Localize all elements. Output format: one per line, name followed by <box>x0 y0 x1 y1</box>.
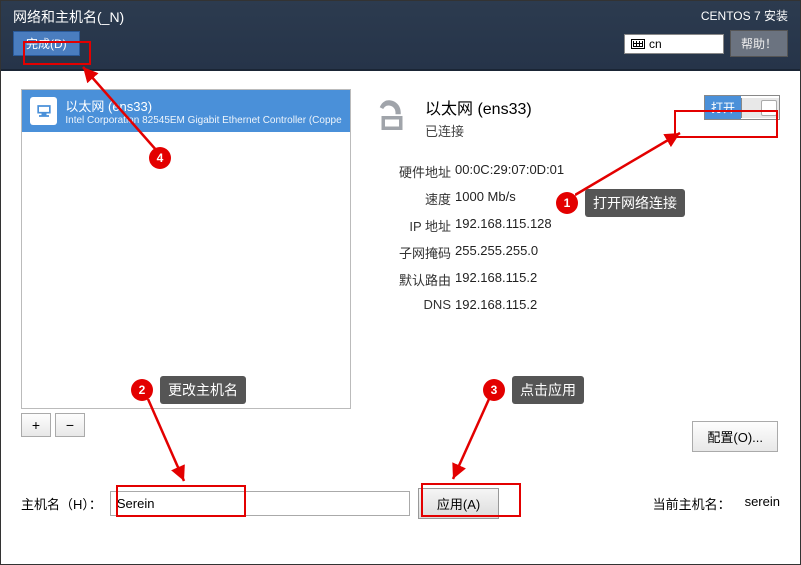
annotation-badge: 3 <box>483 379 505 401</box>
prop-value-dns: 192.168.115.2 <box>455 297 780 312</box>
interface-list[interactable]: 以太网 (ens33) Intel Corporation 82545EM Gi… <box>21 89 351 409</box>
current-hostname-label: 当前主机名： <box>653 494 731 513</box>
configure-button[interactable]: 配置(O)... <box>692 421 778 452</box>
annotation-arrow <box>77 61 167 157</box>
remove-interface-button[interactable]: − <box>55 413 85 437</box>
keyboard-layout-label: cn <box>649 37 662 51</box>
prop-value-mask: 255.255.255.0 <box>455 243 780 262</box>
add-interface-button[interactable]: + <box>21 413 51 437</box>
annotation-arrow <box>144 399 194 489</box>
keyboard-layout-indicator[interactable]: cn <box>624 34 724 54</box>
page-title: 网络和主机名(_N) <box>13 7 124 27</box>
help-button[interactable]: 帮助！ <box>730 30 788 57</box>
prop-label-dns: DNS <box>371 297 451 312</box>
prop-label-mask: 子网掩码 <box>371 243 451 262</box>
prop-value-ip: 192.168.115.128 <box>455 216 780 235</box>
annotation-tip: 点击应用 <box>512 376 584 404</box>
installer-brand: CENTOS 7 安装 <box>701 7 788 24</box>
current-hostname-value: serein <box>745 494 780 513</box>
keyboard-icon <box>631 39 645 49</box>
annotation-box <box>421 483 521 517</box>
prop-label-gw: 默认路由 <box>371 270 451 289</box>
prop-value-gw: 192.168.115.2 <box>455 270 780 289</box>
ethernet-icon <box>30 97 57 125</box>
annotation-arrow <box>575 127 695 197</box>
hostname-label: 主机名（H）： <box>21 494 102 513</box>
prop-label-ip: IP 地址 <box>371 216 451 235</box>
annotation-arrow <box>443 399 493 485</box>
prop-label-hw: 硬件地址 <box>371 162 451 181</box>
annotation-box <box>116 485 246 517</box>
annotation-badge: 2 <box>131 379 153 401</box>
ethernet-large-icon <box>371 95 413 137</box>
prop-label-speed: 速度 <box>371 189 451 208</box>
interface-list-item[interactable]: 以太网 (ens33) Intel Corporation 82545EM Gi… <box>22 90 350 132</box>
interface-detail-title: 以太网 (ens33) <box>425 95 692 119</box>
